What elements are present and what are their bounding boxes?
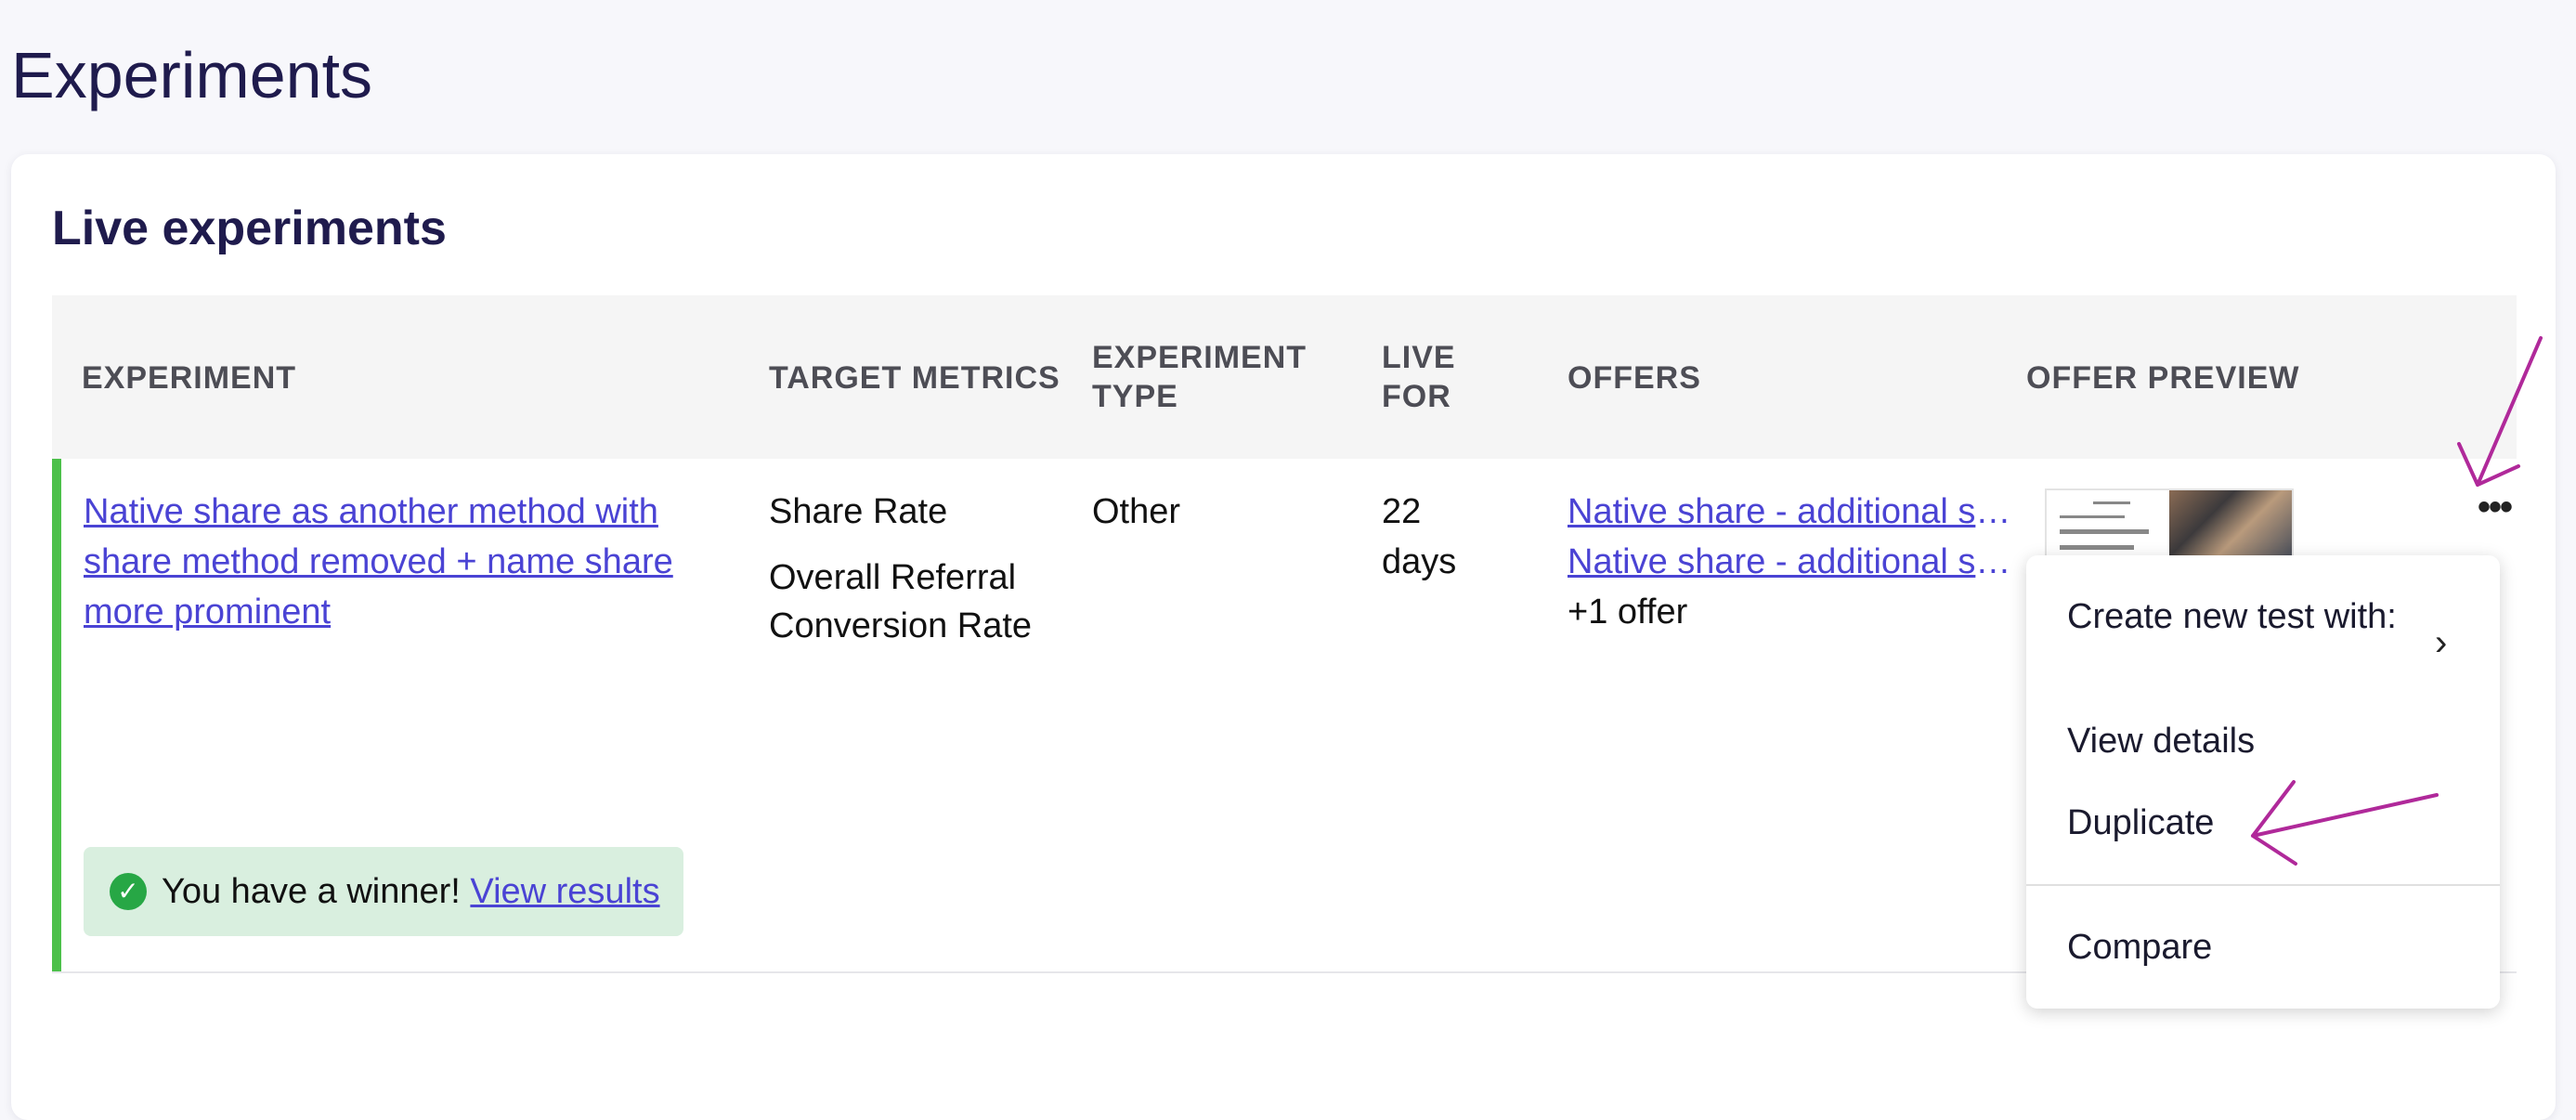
offer-more-count: +1 offer [1568, 593, 1688, 632]
offer-link-1[interactable]: Native share - additional share method [1568, 487, 2030, 537]
live-for-cell: 22 days [1382, 487, 1475, 587]
col-offers: OFFERS [1568, 360, 1701, 396]
preview-text-block [2047, 490, 2166, 557]
col-experiment-type-line2: TYPE [1092, 379, 1178, 414]
experiment-type-cell: Other [1092, 492, 1181, 531]
offer-link-2[interactable]: Native share - additional share method [1568, 537, 2030, 587]
menu-divider [2026, 884, 2500, 886]
row-more-button[interactable]: ••• [2466, 488, 2522, 533]
target-metrics-cell: Share Rate Overall Referral Conversion R… [769, 487, 1066, 650]
col-experiment-type: EXPERIMENT TYPE [1092, 338, 1307, 416]
live-for-number: 22 [1382, 492, 1422, 531]
menu-item-create-new-test[interactable]: Create new test with: [2067, 596, 2439, 637]
col-experiment: EXPERIMENT [82, 360, 297, 396]
check-circle-icon: ✓ [110, 873, 147, 910]
col-live-for: LIVE FOR [1382, 338, 1456, 416]
chevron-right-icon: › [2435, 622, 2448, 663]
offers-cell: Native share - additional share method N… [1568, 487, 2032, 637]
menu-item-duplicate[interactable]: Duplicate [2067, 802, 2214, 843]
experiment-cell: Native share as another method with shar… [84, 487, 715, 637]
col-live-for-line2: FOR [1382, 379, 1451, 414]
winner-message: You have a winner! View results [162, 866, 660, 918]
row-status-accent [52, 459, 61, 971]
winner-banner: ✓ You have a winner! View results [84, 847, 683, 936]
live-for-unit: days [1382, 542, 1457, 581]
row-actions-menu: Create new test with: › View details Dup… [2026, 555, 2500, 1009]
preview-photo [2169, 490, 2292, 557]
section-title: Live experiments [52, 202, 447, 255]
col-offer-preview: OFFER PREVIEW [2026, 360, 2300, 396]
menu-item-compare[interactable]: Compare [2067, 927, 2212, 968]
col-live-for-line1: LIVE [1382, 340, 1456, 375]
winner-text: You have a winner! [162, 872, 461, 911]
menu-item-view-details[interactable]: View details [2067, 721, 2255, 762]
metric-overall-referral: Overall Referral Conversion Rate [769, 558, 1033, 645]
page-title: Experiments [11, 39, 373, 111]
experiment-name-link[interactable]: Native share as another method with shar… [84, 492, 673, 632]
metric-share-rate: Share Rate [769, 492, 948, 531]
col-target-metrics: TARGET METRICS [769, 360, 1060, 396]
view-results-link[interactable]: View results [470, 872, 659, 911]
table-header: EXPERIMENT TARGET METRICS EXPERIMENT TYP… [52, 295, 2517, 459]
col-experiment-type-line1: EXPERIMENT [1092, 340, 1308, 375]
